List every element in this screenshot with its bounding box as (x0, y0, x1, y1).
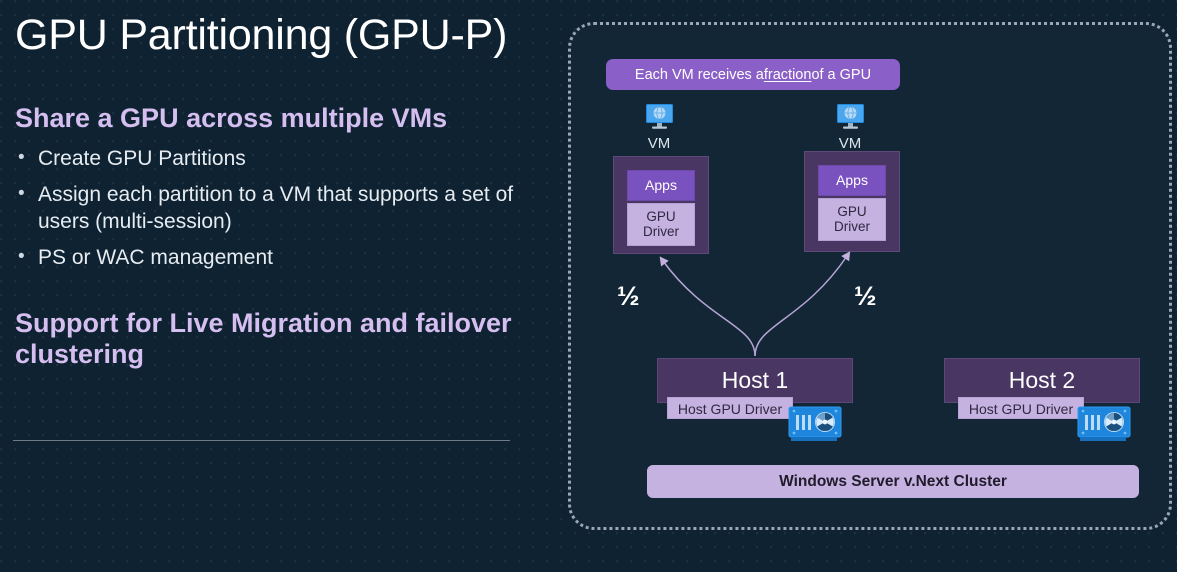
list-item-label: Create GPU Partitions (38, 147, 246, 171)
gpu-driver-block: GPU Driver (627, 203, 695, 247)
vm-icon-group-2: VM (815, 104, 885, 153)
host-gpu-driver-label-2: Host GPU Driver (958, 397, 1084, 419)
page-title: GPU Partitioning (GPU-P) (15, 11, 508, 59)
gpu-driver-line1: GPU (646, 209, 676, 224)
diagram-panel: Each VM receives a fraction of a GPU VM (568, 22, 1172, 530)
vm-icon-group-1: VM (624, 104, 694, 153)
apps-block: Apps (627, 170, 695, 201)
list-item: • Create GPU Partitions (18, 145, 518, 173)
callout-prefix: Each VM receives a (634, 66, 764, 83)
horizontal-divider (13, 440, 510, 441)
host-gpu-driver-label-1: Host GPU Driver (667, 397, 793, 419)
gpu-driver-block: GPU Driver (818, 198, 886, 242)
feature-bullet-list: • Create GPU Partitions • Assign each pa… (10, 145, 550, 272)
vm-icon-label: VM (647, 135, 671, 152)
bullet-marker-icon: • (18, 246, 25, 268)
callout-emphasis: fraction (763, 66, 812, 83)
vm-monitor-icon (837, 104, 864, 129)
vm-box-1: Apps GPU Driver (613, 156, 709, 254)
gpu-card-icon (1077, 406, 1131, 441)
list-item-label: Assign each partition to a VM that suppo… (38, 182, 514, 234)
diagram-inner: Each VM receives a fraction of a GPU VM (571, 25, 1169, 527)
vm-box-2: Apps GPU Driver (804, 151, 900, 252)
callout-suffix: of a GPU (811, 66, 872, 83)
gpu-driver-line1: GPU (837, 204, 867, 219)
fraction-label-vm-2: ½ (854, 281, 877, 311)
section-heading-share-gpu: Share a GPU across multiple VMs (15, 103, 448, 134)
section-heading-live-migration: Support for Live Migration and failover … (15, 307, 512, 370)
list-item: • PS or WAC management (18, 244, 518, 272)
partition-arrows (659, 251, 851, 357)
slide-canvas: GPU Partitioning (GPU-P) Share a GPU acr… (0, 0, 1177, 572)
gpu-card-icon (788, 406, 842, 441)
left-content-column: GPU Partitioning (GPU-P) Share a GPU acr… (10, 8, 550, 478)
list-item: • Assign each partition to a VM that sup… (18, 181, 518, 236)
vm-monitor-icon (646, 104, 673, 129)
list-item-label: PS or WAC management (38, 246, 273, 270)
gpu-driver-line2: Driver (643, 224, 679, 240)
fraction-label-vm-1: ½ (617, 281, 640, 311)
gpu-driver-line2: Driver (834, 219, 870, 235)
arrow-to-vm-2 (754, 251, 851, 357)
arrow-to-vm-1 (659, 256, 756, 357)
bullet-marker-icon: • (18, 147, 25, 169)
callout-badge: Each VM receives a fraction of a GPU (606, 59, 900, 90)
bullet-marker-icon: • (18, 182, 25, 204)
cluster-bar: Windows Server v.Next Cluster (647, 465, 1139, 498)
apps-block: Apps (818, 165, 886, 196)
